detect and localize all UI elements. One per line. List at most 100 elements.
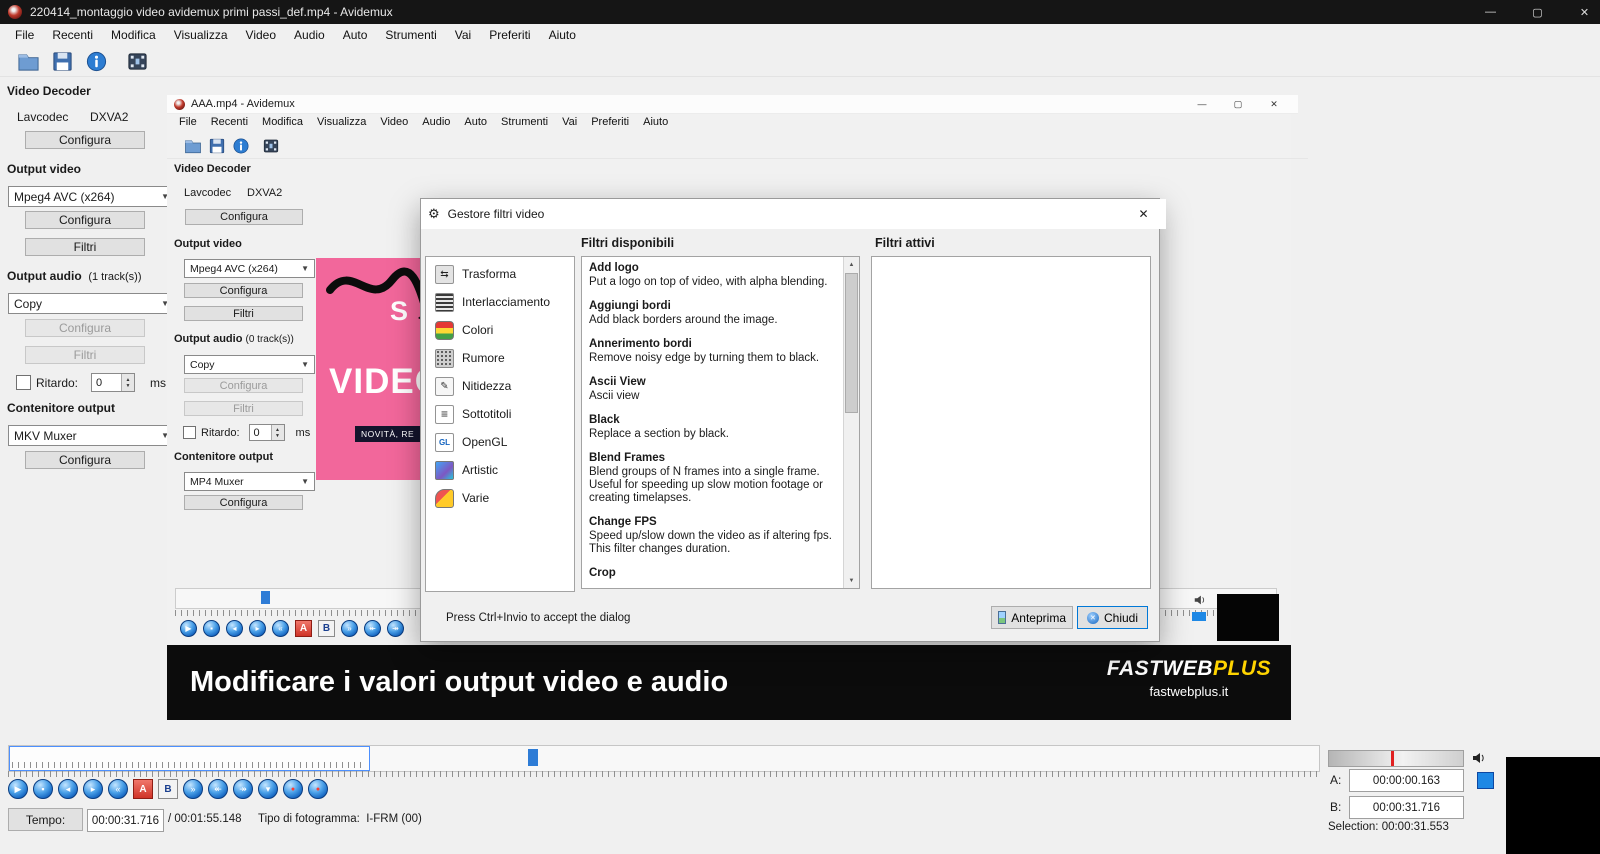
filter-item[interactable]: Annerimento bordi Remove noisy edge by t… <box>582 333 843 371</box>
filter-category-item[interactable]: Sottotitoli <box>426 400 574 428</box>
marker-b-button[interactable]: B <box>158 779 178 799</box>
volume-slider[interactable] <box>1328 750 1464 767</box>
menu-item[interactable]: Video <box>237 28 285 42</box>
muxer-select[interactable]: MKV Muxer▼ <box>8 425 175 446</box>
inner-volume-indicator <box>1192 612 1206 621</box>
muxer-configura-button: Configura <box>184 495 303 510</box>
timeline-marker[interactable] <box>528 749 538 766</box>
close-icon: ✕ <box>1256 95 1292 113</box>
menu-item: File <box>172 116 204 128</box>
selection-ticks <box>12 762 364 768</box>
info-icon <box>85 50 108 73</box>
filter-category-item[interactable]: Artistic <box>426 456 574 484</box>
filter-category-item[interactable]: Trasforma <box>426 260 574 288</box>
scroll-up-icon[interactable]: ▲ <box>844 257 859 272</box>
filter-category-item[interactable]: Rumore <box>426 344 574 372</box>
next-black-frame-button[interactable]: ● <box>308 779 328 799</box>
menu-item[interactable]: Vai <box>446 28 480 42</box>
muxer-select: MP4 Muxer▼ <box>184 472 315 491</box>
maximize-icon[interactable]: ▢ <box>1514 0 1561 24</box>
save-button[interactable] <box>49 48 76 75</box>
speaker-icon[interactable] <box>1471 750 1487 766</box>
open-file-button[interactable] <box>15 48 42 75</box>
active-filters-list[interactable] <box>871 256 1151 589</box>
goto-end-button[interactable]: ↠ <box>233 779 253 799</box>
next-keyframe-button[interactable]: » <box>183 779 203 799</box>
filter-category-item[interactable]: Interlacciamento <box>426 288 574 316</box>
ritardo-checkbox[interactable] <box>16 375 31 390</box>
hw-accel-label: DXVA2 <box>90 110 128 124</box>
filter-name: Blend Frames <box>589 452 834 464</box>
goto-start-button[interactable]: ↞ <box>208 779 228 799</box>
play-button[interactable]: ▶ <box>8 779 28 799</box>
prev-keyframe-button[interactable]: « <box>108 779 128 799</box>
container-heading: Contenitore output <box>7 401 115 415</box>
scroll-down-icon[interactable]: ▼ <box>844 573 859 588</box>
ritardo-spinner[interactable]: 0 ▲▼ <box>91 373 135 392</box>
menu-item[interactable]: Visualizza <box>165 28 237 42</box>
close-icon[interactable]: ✕ <box>1561 0 1600 24</box>
menu-item[interactable]: Audio <box>285 28 334 42</box>
chevron-down-icon: ▼ <box>301 477 309 486</box>
window-title: 220414_montaggio video avidemux primi pa… <box>30 5 393 19</box>
menu-item[interactable]: File <box>6 28 43 42</box>
spinner-arrows-icon[interactable]: ▲▼ <box>121 374 134 391</box>
filter-item[interactable]: Add logo Put a logo on top of video, wit… <box>582 257 843 295</box>
filter-item[interactable]: Crop <box>582 562 843 587</box>
noise-icon <box>435 349 454 368</box>
menu-item[interactable]: Aiuto <box>540 28 585 42</box>
filter-item[interactable]: Change FPS Speed up/slow down the video … <box>582 511 843 562</box>
filter-category-item[interactable]: Colori <box>426 316 574 344</box>
video-filtri-button[interactable]: Filtri <box>25 238 145 256</box>
brand-logo: FASTWEBPLUS fastwebplus.it <box>1107 657 1271 699</box>
prev-black-frame-button[interactable]: ● <box>283 779 303 799</box>
minimize-icon[interactable]: — <box>1467 0 1514 24</box>
frame-type-label: Tipo di fotogramma: I-FRM (00) <box>258 813 422 825</box>
filter-item[interactable]: Black Replace a section by black. <box>582 409 843 447</box>
output-video-heading: Output video <box>174 238 242 250</box>
audio-codec-select[interactable]: Copy▼ <box>8 293 175 314</box>
filter-item[interactable]: Aggiungi bordi Add black borders around … <box>582 295 843 333</box>
dialog-close-icon[interactable]: ✕ <box>1121 199 1166 229</box>
filter-category-item[interactable]: OpenGL <box>426 428 574 456</box>
goto-marker-button[interactable]: ▾ <box>258 779 278 799</box>
floppy-icon <box>208 137 226 155</box>
prev-frame-button[interactable]: ◂ <box>58 779 78 799</box>
marker-a-button[interactable]: A <box>133 779 153 799</box>
hw-accel-label: DXVA2 <box>247 187 282 199</box>
audio-configura-button: Configura <box>184 378 303 393</box>
muxer-configura-button[interactable]: Configura <box>25 451 145 469</box>
next-frame-button: ▸ <box>249 620 266 637</box>
timeline[interactable] <box>8 745 1320 772</box>
filter-item[interactable]: Blend Frames Blend groups of N frames in… <box>582 447 843 511</box>
ritardo-label: Ritardo: <box>201 427 240 439</box>
spinner-arrows-icon: ▲▼ <box>271 425 284 440</box>
menu-item[interactable]: Auto <box>334 28 377 42</box>
next-frame-button[interactable]: ▸ <box>83 779 103 799</box>
available-filters-list: Add logo Put a logo on top of video, wit… <box>582 257 843 588</box>
available-filters-panel: Add logo Put a logo on top of video, wit… <box>581 256 860 589</box>
filter-list-scrollbar[interactable]: ▲ ▼ <box>843 257 859 588</box>
anteprima-button[interactable]: Anteprima <box>991 606 1073 629</box>
stop-button[interactable]: ▪ <box>33 779 53 799</box>
menu-item[interactable]: Recenti <box>43 28 102 42</box>
video-codec-select[interactable]: Mpeg4 AVC (x264)▼ <box>8 186 175 207</box>
filter-category-item[interactable]: Varie <box>426 484 574 512</box>
scrollbar-thumb[interactable] <box>845 273 858 413</box>
ritardo-spinner: 0 ▲▼ <box>249 424 285 441</box>
volume-marker <box>1391 751 1394 766</box>
filter-item[interactable]: Ascii View Ascii view <box>582 371 843 409</box>
dialog-app-icon: ⚙ <box>428 206 440 222</box>
menu-item[interactable]: Modifica <box>102 28 165 42</box>
info-button[interactable] <box>83 48 110 75</box>
chiudi-button[interactable]: ✕ Chiudi <box>1077 606 1148 629</box>
menu-item[interactable]: Strumenti <box>376 28 445 42</box>
menu-item[interactable]: Preferiti <box>480 28 539 42</box>
display-toggle[interactable] <box>1477 772 1494 789</box>
tempo-button[interactable]: Tempo: <box>8 808 83 831</box>
video-configura-button[interactable]: Configura <box>25 211 145 229</box>
calculator-button[interactable] <box>124 48 151 75</box>
filter-category-item[interactable]: Nitidezza <box>426 372 574 400</box>
decoder-configura-button[interactable]: Configura <box>25 131 145 149</box>
video-filter-manager-dialog: ⚙ Gestore filtri video ✕ Filtri disponib… <box>420 198 1160 642</box>
